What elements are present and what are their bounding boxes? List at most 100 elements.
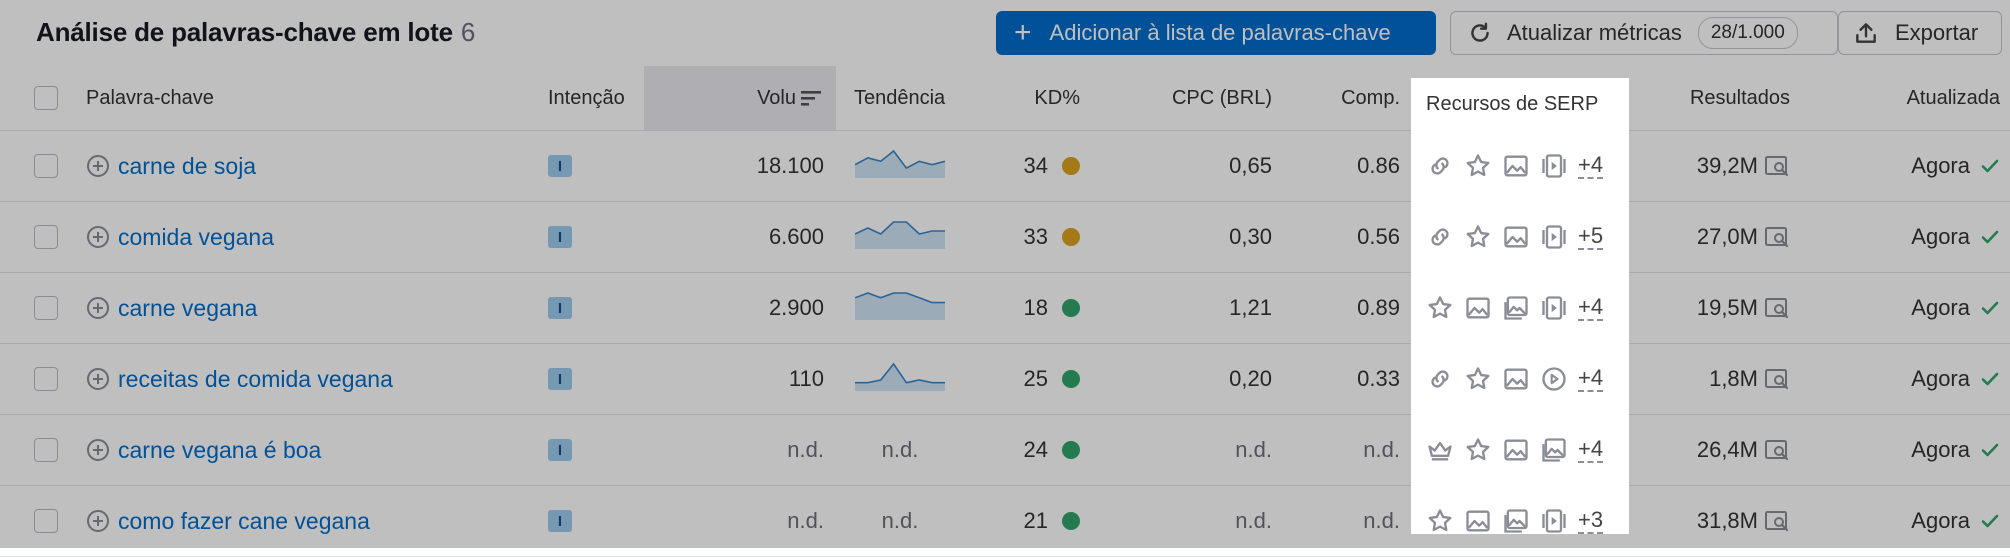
star-icon[interactable] <box>1426 507 1454 535</box>
add-keyword-icon[interactable] <box>86 438 110 462</box>
intent-badge[interactable]: I <box>548 155 572 177</box>
serp-snapshot-icon[interactable] <box>1764 438 1790 462</box>
image-icon[interactable] <box>1502 365 1530 393</box>
keyword-link[interactable]: comida vegana <box>118 224 274 251</box>
kd-difficulty-dot <box>1062 441 1080 459</box>
keyword-link[interactable]: carne de soja <box>118 153 256 180</box>
link-icon[interactable] <box>1426 223 1454 251</box>
export-button[interactable]: Exportar <box>1838 11 2002 55</box>
add-keyword-icon[interactable] <box>86 154 110 178</box>
serp-icon-group: +4 <box>1426 365 1604 393</box>
image-icon[interactable] <box>1464 507 1492 535</box>
col-updated[interactable]: Atualizada <box>1850 66 2000 130</box>
col-comp[interactable]: Comp. <box>1300 66 1400 130</box>
intent-badge[interactable]: I <box>548 297 572 319</box>
updated-cell: Agora <box>1850 415 2000 485</box>
serp-icon-group: +4 <box>1426 436 1604 464</box>
refresh-icon <box>1471 22 1489 42</box>
star-icon[interactable] <box>1426 294 1454 322</box>
intent-badge[interactable]: I <box>548 510 572 532</box>
col-trend[interactable]: Tendência <box>854 66 945 130</box>
image-icon[interactable] <box>1464 294 1492 322</box>
serp-more-link[interactable]: +3 <box>1578 508 1604 534</box>
row-checkbox[interactable] <box>34 296 58 320</box>
serp-snapshot-icon[interactable] <box>1764 296 1790 320</box>
results-cell: 26,4M <box>1640 415 1790 485</box>
keyword-link[interactable]: carne vegana <box>118 295 257 322</box>
keyword-batch-analysis-app: Análise de palavras-chave em lote 6 + Adi… <box>0 0 2010 557</box>
video-carousel-icon[interactable] <box>1540 223 1568 251</box>
serp-snapshot-icon[interactable] <box>1764 367 1790 391</box>
serp-snapshot-icon[interactable] <box>1764 509 1790 533</box>
image-icon[interactable] <box>1502 436 1530 464</box>
intent-cell: I <box>548 273 572 343</box>
col-results[interactable]: Resultados <box>1640 66 1790 130</box>
results-value: 39,2M <box>1696 153 1758 178</box>
row-checkbox[interactable] <box>34 154 58 178</box>
link-icon[interactable] <box>1426 365 1454 393</box>
competition-value: n.d. <box>1363 508 1400 533</box>
image-pack-icon[interactable] <box>1502 507 1530 535</box>
updated-cell: Agora <box>1850 344 2000 414</box>
star-icon[interactable] <box>1464 223 1492 251</box>
serp-more-link[interactable]: +4 <box>1578 366 1604 392</box>
col-serp-features[interactable]: Recursos de SERP <box>1426 78 1598 130</box>
col-cpc[interactable]: CPC (BRL) <box>1130 66 1272 130</box>
trend-sparkline <box>854 290 945 326</box>
add-keyword-icon[interactable] <box>86 509 110 533</box>
updated-value: Agora <box>1911 224 1970 249</box>
competition-value: 0.89 <box>1357 295 1400 320</box>
upload-icon <box>1856 23 1876 43</box>
row-checkbox[interactable] <box>34 438 58 462</box>
image-icon[interactable] <box>1502 152 1530 180</box>
select-all-checkbox[interactable] <box>34 86 58 110</box>
refresh-metrics-button[interactable]: Atualizar métricas 28/1.000 <box>1450 11 1838 55</box>
image-pack-icon[interactable] <box>1502 294 1530 322</box>
keyword-link[interactable]: receitas de comida vegana <box>118 366 393 393</box>
star-icon[interactable] <box>1464 152 1492 180</box>
intent-cell: I <box>548 202 572 272</box>
add-keyword-icon[interactable] <box>86 296 110 320</box>
video-carousel-icon[interactable] <box>1540 294 1568 322</box>
serp-more-link[interactable]: +5 <box>1578 224 1604 250</box>
crown-icon[interactable] <box>1426 436 1454 464</box>
intent-badge[interactable]: I <box>548 368 572 390</box>
keyword-link[interactable]: como fazer cane vegana <box>118 508 370 535</box>
cpc-value: n.d. <box>1235 437 1272 462</box>
video-carousel-icon[interactable] <box>1540 507 1568 535</box>
video-icon[interactable] <box>1540 365 1568 393</box>
intent-badge[interactable]: I <box>548 226 572 248</box>
row-checkbox[interactable] <box>34 509 58 533</box>
updated-cell: Agora <box>1850 131 2000 201</box>
col-kd[interactable]: KD% <box>990 66 1080 130</box>
table-row: carne vegana é boa In.d. n.d. 24 n.d. n.d. 26,… <box>0 415 2010 486</box>
add-keyword-icon[interactable] <box>86 367 110 391</box>
results-value: 19,5M <box>1696 295 1758 320</box>
row-checkbox[interactable] <box>34 225 58 249</box>
serp-snapshot-icon[interactable] <box>1764 225 1790 249</box>
video-carousel-icon[interactable] <box>1540 152 1568 180</box>
image-pack-icon[interactable] <box>1540 436 1568 464</box>
col-volume[interactable]: Volu <box>644 66 836 130</box>
keyword-cell: carne de soja <box>86 131 256 201</box>
intent-badge[interactable]: I <box>548 439 572 461</box>
col-keyword[interactable]: Palavra-chave <box>86 66 214 130</box>
updated-value: Agora <box>1911 366 1970 391</box>
col-intent[interactable]: Intenção <box>548 66 625 130</box>
star-icon[interactable] <box>1464 436 1492 464</box>
kd-value: 25 <box>1023 366 1048 391</box>
serp-more-link[interactable]: +4 <box>1578 437 1604 463</box>
link-icon[interactable] <box>1426 152 1454 180</box>
star-icon[interactable] <box>1464 365 1492 393</box>
add-keyword-icon[interactable] <box>86 225 110 249</box>
export-label: Exportar <box>1895 20 1979 45</box>
serp-snapshot-icon[interactable] <box>1764 154 1790 178</box>
add-to-keyword-list-button[interactable]: + Adicionar à lista de palavras-chave <box>996 11 1436 55</box>
row-checkbox[interactable] <box>34 367 58 391</box>
serp-more-link[interactable]: +4 <box>1578 153 1604 179</box>
serp-more-link[interactable]: +4 <box>1578 295 1604 321</box>
image-icon[interactable] <box>1502 223 1530 251</box>
serp-icon-group: +4 <box>1426 152 1604 180</box>
keyword-link[interactable]: carne vegana é boa <box>118 437 321 464</box>
keyword-cell: como fazer cane vegana <box>86 486 370 556</box>
